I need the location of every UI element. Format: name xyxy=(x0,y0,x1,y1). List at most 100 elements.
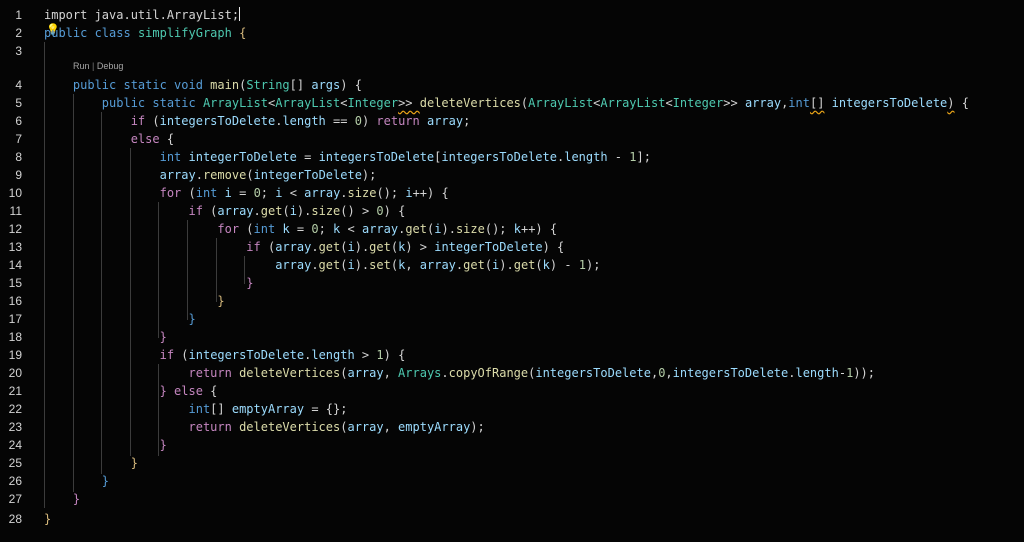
code-token: ( xyxy=(535,258,543,272)
line-number[interactable]: 9 xyxy=(0,166,22,184)
code-text[interactable]: return deleteVertices(array, Arrays.copy… xyxy=(44,364,875,382)
code-line[interactable]: 15 } xyxy=(0,274,1024,292)
code-line[interactable]: 17 } xyxy=(0,310,1024,328)
code-line[interactable]: 8 int integerToDelete = integersToDelete… xyxy=(0,148,1024,166)
line-number[interactable]: 23 xyxy=(0,418,22,436)
code-text[interactable]: if (array.get(i).size() > 0) { xyxy=(44,202,405,220)
code-text[interactable]: if (array.get(i).get(k) > integerToDelet… xyxy=(44,238,564,256)
code-line[interactable]: 16 } xyxy=(0,292,1024,310)
line-number[interactable]: 27 xyxy=(0,490,22,508)
code-text[interactable]: return deleteVertices(array, emptyArray)… xyxy=(44,418,484,436)
code-token: < xyxy=(340,222,362,236)
line-number[interactable]: 3 xyxy=(0,42,22,60)
code-text[interactable]: } else { xyxy=(44,382,218,400)
code-line[interactable]: 20 return deleteVertices(array, Arrays.c… xyxy=(0,364,1024,382)
code-text[interactable]: } xyxy=(44,292,224,310)
code-text[interactable]: } xyxy=(44,274,253,292)
code-token: ( xyxy=(282,204,290,218)
code-text[interactable]: } xyxy=(44,472,109,490)
line-number[interactable]: 1 xyxy=(0,6,22,24)
code-line[interactable]: 1 import java.util.ArrayList; xyxy=(0,6,1024,24)
code-token: } xyxy=(44,384,175,398)
line-number[interactable]: 20 xyxy=(0,364,22,382)
code-text[interactable]: } xyxy=(44,310,195,328)
code-line[interactable]: 3 xyxy=(0,42,1024,60)
code-line[interactable]: 25 } xyxy=(0,454,1024,472)
code-line[interactable]: 24 } xyxy=(0,436,1024,454)
code-text[interactable]: else { xyxy=(44,130,174,148)
code-text[interactable]: int integerToDelete = integersToDelete[i… xyxy=(44,148,651,166)
code-text[interactable]: } xyxy=(44,510,51,528)
code-line[interactable]: 7 else { xyxy=(0,130,1024,148)
debug-codelens-link[interactable]: Debug xyxy=(97,61,124,71)
code-token: } xyxy=(44,492,81,506)
code-text[interactable]: array.remove(integerToDelete); xyxy=(44,166,377,184)
code-token: integerToDelete xyxy=(188,150,297,164)
code-token: if xyxy=(44,204,211,218)
code-text[interactable]: public static ArrayList<ArrayList<Intege… xyxy=(44,94,969,112)
code-token: . xyxy=(311,258,319,272)
code-text[interactable]: public static void main(String[] args) { xyxy=(44,76,362,94)
line-number[interactable]: 25 xyxy=(0,454,22,472)
line-number[interactable]: 22 xyxy=(0,400,22,418)
line-number[interactable]: 6 xyxy=(0,112,22,130)
code-line[interactable]: 12 for (int k = 0; k < array.get(i).size… xyxy=(0,220,1024,238)
code-token: if xyxy=(44,240,268,254)
line-number[interactable]: 19 xyxy=(0,346,22,364)
run-codelens-link[interactable]: Run xyxy=(73,61,90,71)
line-number[interactable]: 7 xyxy=(0,130,22,148)
code-line[interactable]: 10 for (int i = 0; i < array.size(); i++… xyxy=(0,184,1024,202)
code-line[interactable]: 6 if (integersToDelete.length == 0) retu… xyxy=(0,112,1024,130)
line-number[interactable]: 21 xyxy=(0,382,22,400)
line-number[interactable]: 13 xyxy=(0,238,22,256)
code-line[interactable]: 28} xyxy=(0,510,1024,528)
line-number[interactable]: 26 xyxy=(0,472,22,490)
code-token: ArrayList xyxy=(275,96,341,110)
code-line[interactable]: 22 int[] emptyArray = {}; xyxy=(0,400,1024,418)
line-number[interactable]: 8 xyxy=(0,148,22,166)
line-number[interactable]: 11 xyxy=(0,202,22,220)
code-text[interactable]: if (integersToDelete.length == 0) return… xyxy=(44,112,471,130)
code-line[interactable]: 23 return deleteVertices(array, emptyArr… xyxy=(0,418,1024,436)
code-text[interactable]: } xyxy=(44,454,138,472)
code-text[interactable]: for (int k = 0; k < array.get(i).size();… xyxy=(44,220,557,238)
code-text[interactable]: } xyxy=(44,328,167,346)
line-number[interactable]: 5 xyxy=(0,94,22,112)
line-number[interactable]: 15 xyxy=(0,274,22,292)
code-line[interactable]: 14 array.get(i).set(k, array.get(i).get(… xyxy=(0,256,1024,274)
code-line[interactable]: 2 public class simplifyGraph { xyxy=(0,24,1024,42)
line-number[interactable]: 16 xyxy=(0,292,22,310)
code-line[interactable]: 21 } else { xyxy=(0,382,1024,400)
line-number[interactable]: 2 xyxy=(0,24,22,42)
code-text[interactable]: public class simplifyGraph { xyxy=(44,24,246,42)
code-line[interactable]: 4 public static void main(String[] args)… xyxy=(0,76,1024,94)
line-number[interactable]: 10 xyxy=(0,184,22,202)
line-number[interactable]: 14 xyxy=(0,256,22,274)
code-line[interactable]: 27 } xyxy=(0,490,1024,508)
code-text[interactable]: } xyxy=(44,436,167,454)
code-line[interactable]: 26 } xyxy=(0,472,1024,490)
code-text[interactable]: import java.util.ArrayList; xyxy=(44,6,241,24)
code-text[interactable]: for (int i = 0; i < array.size(); i++) { xyxy=(44,184,449,202)
line-number[interactable]: 24 xyxy=(0,436,22,454)
line-number[interactable]: 17 xyxy=(0,310,22,328)
code-editor[interactable]: Run | Debug 💡 1 import java.util.ArrayLis… xyxy=(0,0,1024,542)
code-line[interactable]: 13 if (array.get(i).get(k) > integerToDe… xyxy=(0,238,1024,256)
code-token: copyOfRange xyxy=(448,366,529,380)
code-line[interactable]: 5 public static ArrayList<ArrayList<Inte… xyxy=(0,94,1024,112)
line-number[interactable]: 28 xyxy=(0,510,22,528)
line-number[interactable]: 4 xyxy=(0,76,22,94)
code-token: ; xyxy=(463,114,471,128)
code-token: ++) { xyxy=(520,222,558,236)
code-token: } xyxy=(44,438,167,452)
code-line[interactable]: 9 array.remove(integerToDelete); xyxy=(0,166,1024,184)
code-text[interactable]: if (integersToDelete.length > 1) { xyxy=(44,346,406,364)
code-line[interactable]: 19 if (integersToDelete.length > 1) { xyxy=(0,346,1024,364)
line-number[interactable]: 12 xyxy=(0,220,22,238)
code-text[interactable]: } xyxy=(44,490,80,508)
code-line[interactable]: 18 } xyxy=(0,328,1024,346)
line-number[interactable]: 18 xyxy=(0,328,22,346)
code-line[interactable]: 11 if (array.get(i).size() > 0) { xyxy=(0,202,1024,220)
code-text[interactable]: array.get(i).set(k, array.get(i).get(k) … xyxy=(44,256,600,274)
code-text[interactable]: int[] emptyArray = {}; xyxy=(44,400,347,418)
